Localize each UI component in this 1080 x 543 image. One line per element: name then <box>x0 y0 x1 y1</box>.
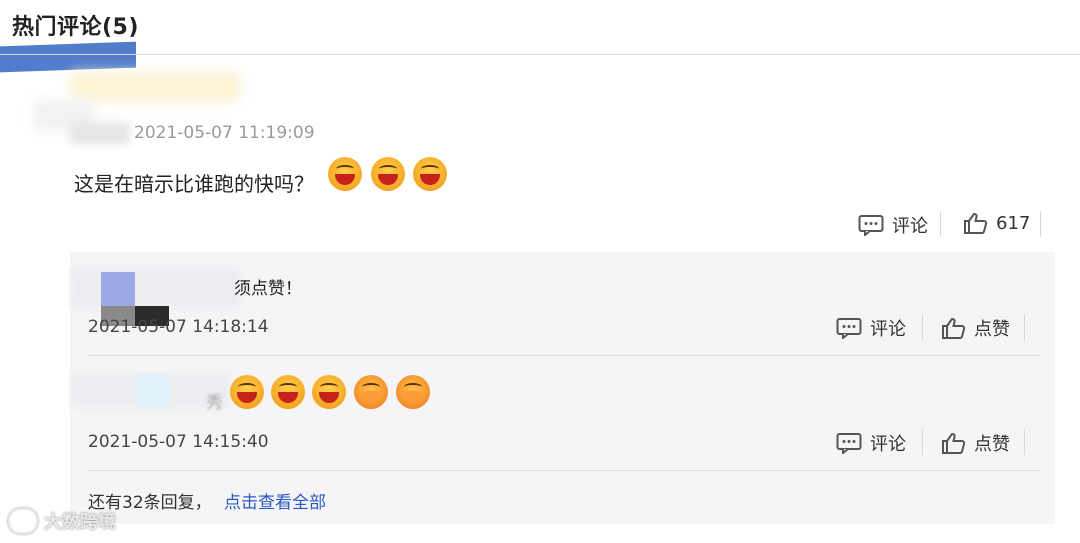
laugh-emoji-icon <box>271 375 305 409</box>
thumbs-up-icon <box>942 317 966 339</box>
laugh-emoji-icon <box>328 157 362 191</box>
reply-comment-button[interactable]: 评论 <box>836 430 906 456</box>
laugh-emoji-icon <box>230 375 264 409</box>
comment-icon <box>836 433 862 454</box>
action-separator <box>940 211 941 237</box>
action-separator <box>922 314 923 340</box>
watermark-logo-icon <box>8 508 38 534</box>
page-title: 热门评论(5) <box>12 15 139 40</box>
blurred-reply-user <box>70 268 240 308</box>
comment-label: 评论 <box>870 319 906 340</box>
reply-like-button[interactable]: 点赞 <box>940 315 1010 341</box>
comment-button[interactable]: 评论 <box>858 212 928 238</box>
action-separator <box>1040 211 1041 237</box>
like-label: 点赞 <box>974 434 1010 455</box>
comment-label: 评论 <box>892 216 928 237</box>
reply-like-button[interactable]: 点赞 <box>940 430 1010 456</box>
shy-emoji-icon <box>354 375 388 409</box>
reply-divider <box>88 355 1040 356</box>
laugh-emoji-icon <box>371 157 405 191</box>
comment-text: 这是在暗示比谁跑的快吗？ <box>74 172 314 196</box>
laugh-emoji-icon <box>312 375 346 409</box>
shy-emoji-icon <box>396 375 430 409</box>
blurred-posted-label <box>70 122 130 144</box>
view-all-replies-link[interactable]: 点击查看全部 <box>224 488 326 513</box>
section-header: 热门评论(5) <box>0 0 1080 73</box>
avatar <box>136 374 170 408</box>
comment-icon <box>836 318 862 339</box>
thumbs-up-icon <box>964 212 988 234</box>
comment-label: 评论 <box>870 434 906 455</box>
reply-timestamp: 2021-05-07 14:15:40 <box>88 432 269 452</box>
header-divider <box>0 54 1080 55</box>
action-separator <box>1024 314 1025 340</box>
reply-timestamp: 2021-05-07 14:18:14 <box>88 317 269 337</box>
thumbs-up-icon <box>942 432 966 454</box>
reply-comment-button[interactable]: 评论 <box>836 315 906 341</box>
reply-text: 秀 <box>206 393 223 413</box>
comment-timestamp: 2021-05-07 11:19:09 <box>134 123 315 143</box>
action-separator <box>922 429 923 455</box>
reply-divider <box>88 470 1040 471</box>
watermark-text: 大数跨境 <box>44 512 116 533</box>
action-separator <box>1024 429 1025 455</box>
like-button[interactable]: 617 <box>962 212 1030 234</box>
laugh-emoji-icon <box>413 157 447 191</box>
like-label: 点赞 <box>974 319 1010 340</box>
avatar <box>101 272 135 306</box>
header-highlight <box>0 41 136 73</box>
watermark: 大数跨境 <box>8 508 116 534</box>
comment-icon <box>858 215 884 236</box>
blurred-username <box>70 72 240 102</box>
like-count: 617 <box>996 212 1031 234</box>
reply-text: 须点赞！ <box>234 279 302 299</box>
